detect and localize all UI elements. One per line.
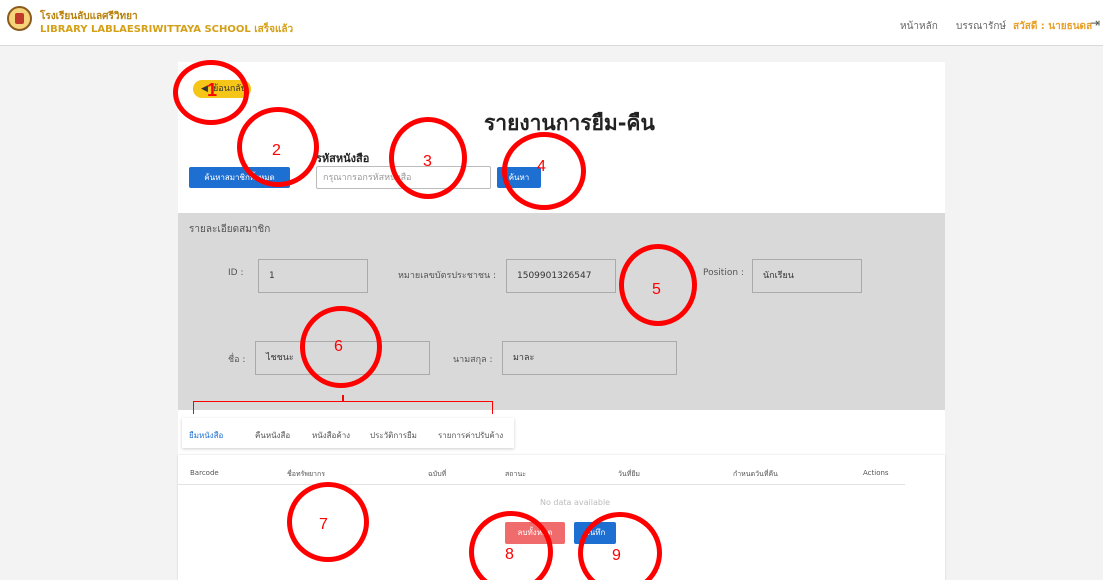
tab-return[interactable]: คืนหนังสือ <box>255 429 290 442</box>
tab-borrow-history[interactable]: ประวัติการยืม <box>370 429 417 442</box>
annotation-circle-7 <box>287 482 369 562</box>
tab-outstanding-fines[interactable]: รายการค่าปรับค้าง <box>438 429 503 442</box>
column-header-copy-no: ฉบับที่ <box>428 470 447 478</box>
table-header-divider <box>178 484 905 485</box>
annotation-number-2: 2 <box>272 142 281 159</box>
position-label: Position : <box>703 268 744 278</box>
nav-librarian-link[interactable]: บรรณารักษ์ <box>956 19 1006 34</box>
national-id-field: 1509901326547 <box>506 259 616 293</box>
annotation-number-5: 5 <box>652 281 661 298</box>
member-details-title: รายละเอียดสมาชิก <box>189 224 271 235</box>
school-name-english: LIBRARY LABLAESRIWITTAYA SCHOOL เสร็จแล้… <box>40 24 294 35</box>
column-header-status: สถานะ <box>505 470 526 478</box>
last-name-label: นามสกุล : <box>453 355 493 365</box>
annotation-number-7: 7 <box>319 516 328 533</box>
member-id-label: ID : <box>228 268 244 278</box>
column-header-resource-name: ชื่อทรัพยากร <box>287 470 325 478</box>
annotation-number-3: 3 <box>423 153 432 170</box>
school-logo-icon <box>7 6 32 31</box>
logout-icon[interactable]: ⇥ <box>1090 16 1100 30</box>
member-id-field: 1 <box>258 259 368 293</box>
column-header-barcode: Barcode <box>190 469 219 477</box>
annotation-number-4: 4 <box>537 158 546 175</box>
tab-borrow[interactable]: ยืมหนังสือ <box>189 429 223 442</box>
column-header-actions: Actions <box>863 469 889 477</box>
page-title: รายงานการยืม-คืน <box>484 111 655 135</box>
national-id-label: หมายเลขบัตรประชาชน : <box>398 271 497 281</box>
column-header-borrow-date: วันที่ยืม <box>618 470 641 478</box>
first-name-label: ชื่อ : <box>228 355 246 365</box>
annotation-number-9: 9 <box>612 547 621 564</box>
annotation-number-8: 8 <box>505 546 514 563</box>
user-greeting: สวัสดี : นายธนดล <box>1013 21 1093 32</box>
book-code-label: รหัสหนังสือ <box>316 152 370 165</box>
tabs-annotation-bracket <box>193 401 493 414</box>
tabs-annotation-bracket-tip <box>342 395 344 401</box>
annotation-number-1: 1 <box>207 80 218 100</box>
annotation-number-6: 6 <box>334 338 343 355</box>
top-navbar: โรงเรียนลับแลศรีวิทยา LIBRARY LABLAESRIW… <box>0 0 1103 46</box>
position-field: นักเรียน <box>752 259 862 293</box>
last-name-field: มาละ <box>502 341 677 375</box>
nav-home-link[interactable]: หน้าหลัก <box>900 19 938 34</box>
empty-table-message: No data available <box>540 498 611 507</box>
tab-overdue[interactable]: หนังสือค้าง <box>312 429 350 442</box>
member-details-panel <box>178 213 945 410</box>
column-header-due-date: กำหนดวันที่คืน <box>733 470 778 478</box>
